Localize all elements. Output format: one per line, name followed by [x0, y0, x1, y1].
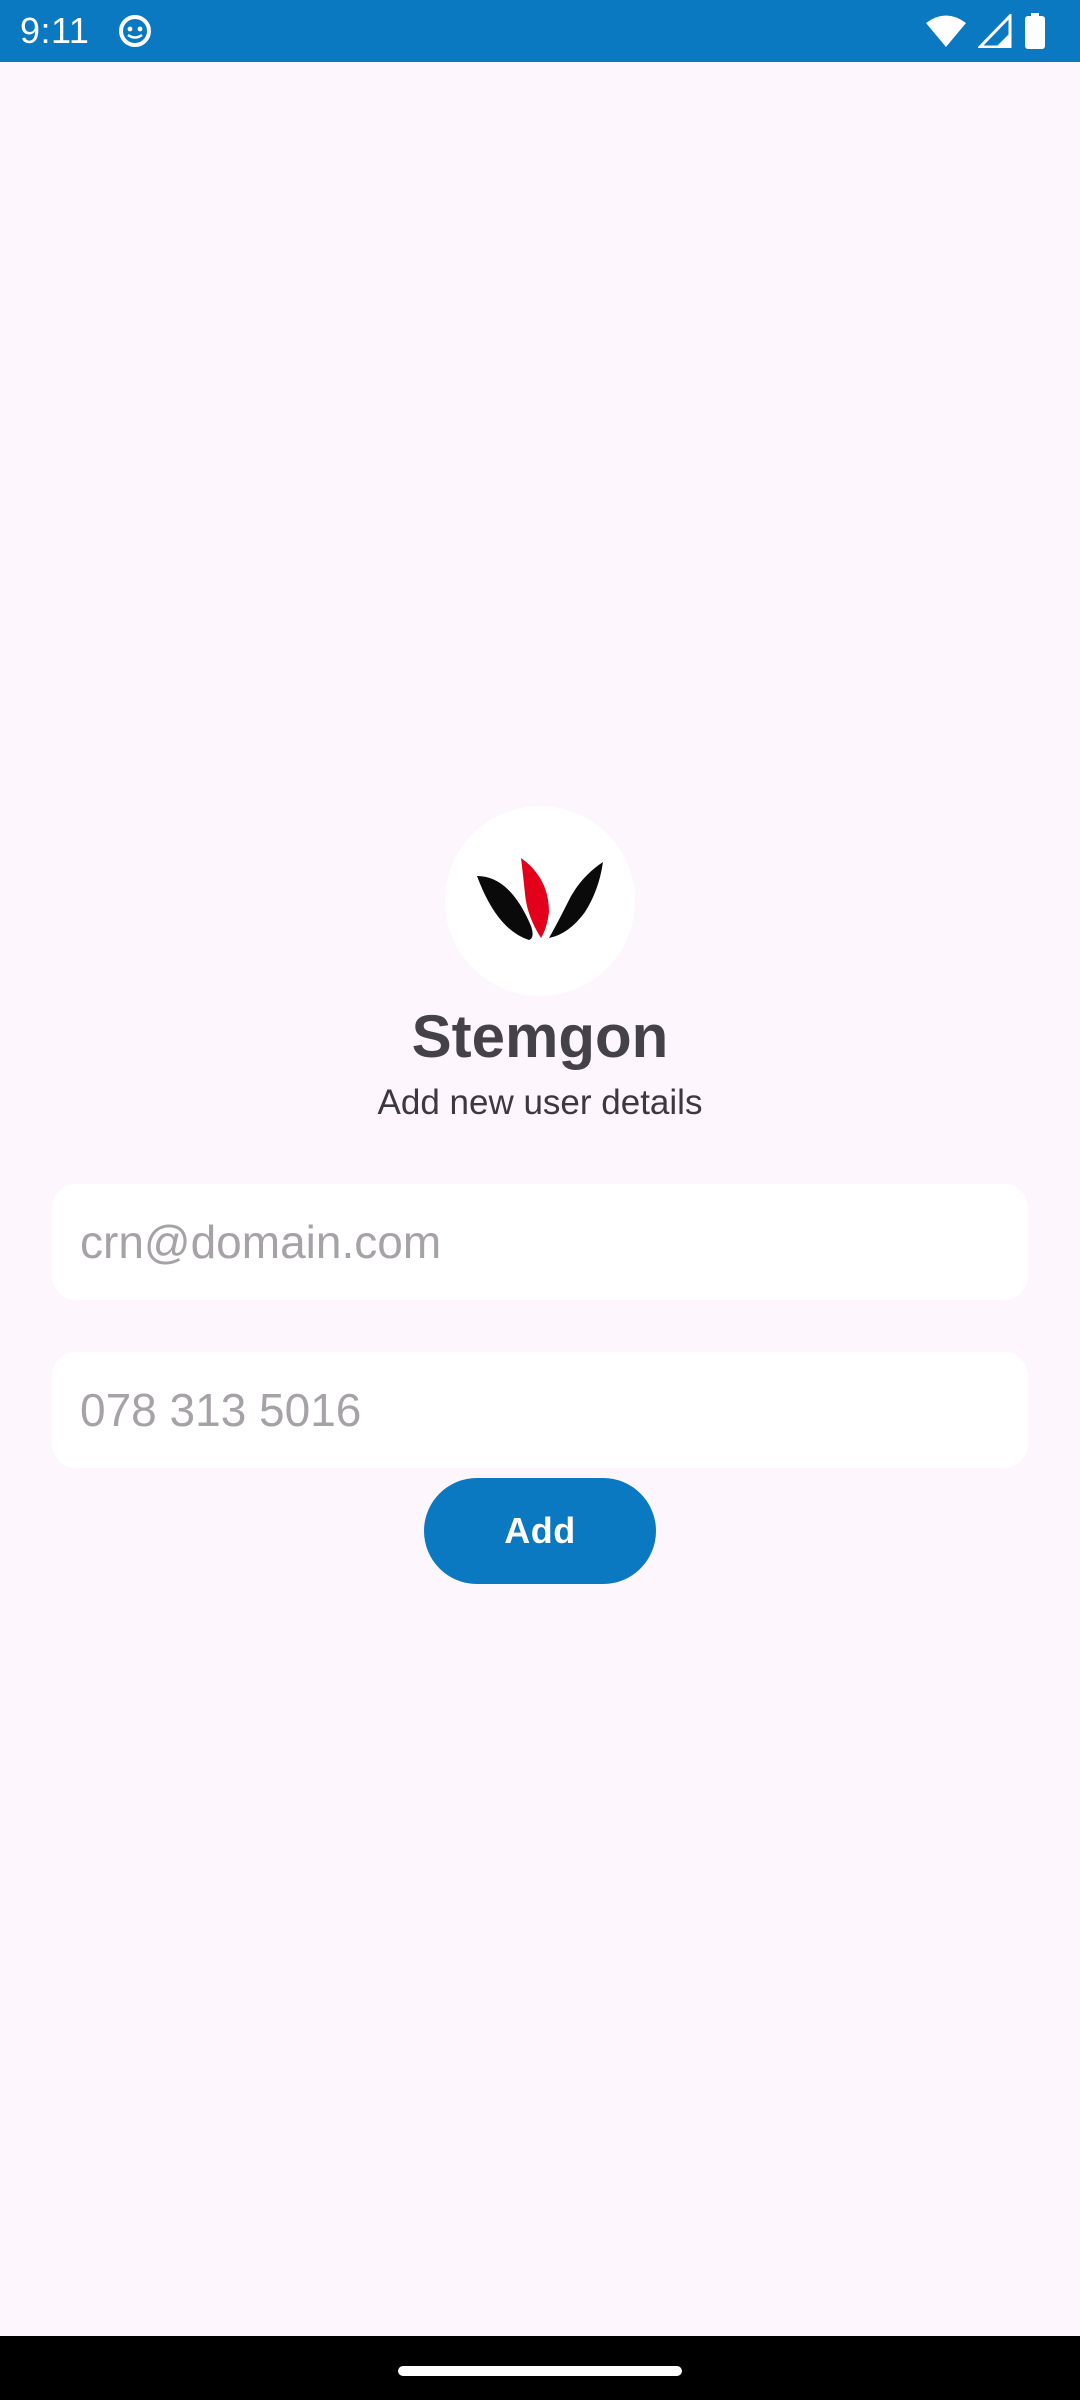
page-subtitle: Add new user details: [377, 1083, 703, 1122]
navigation-bar: [0, 2336, 1080, 2400]
phone-field[interactable]: [52, 1352, 1028, 1468]
add-button[interactable]: Add: [424, 1478, 656, 1584]
home-gesture-handle[interactable]: [398, 2366, 682, 2376]
status-bar: 9:11: [0, 0, 1080, 62]
signal-icon: [978, 14, 1012, 48]
wifi-icon: [926, 14, 966, 48]
app-logo: [445, 806, 635, 996]
app-notification-icon: [118, 14, 152, 48]
app-title: Stemgon: [411, 1003, 669, 1070]
email-field[interactable]: [52, 1184, 1028, 1300]
stemgon-logo-icon: [477, 858, 603, 940]
battery-icon: [1024, 13, 1046, 49]
status-time: 9:11: [20, 10, 90, 51]
status-icons: [926, 12, 1046, 50]
main-content: Stemgon Add new user details Add: [0, 62, 1080, 2336]
